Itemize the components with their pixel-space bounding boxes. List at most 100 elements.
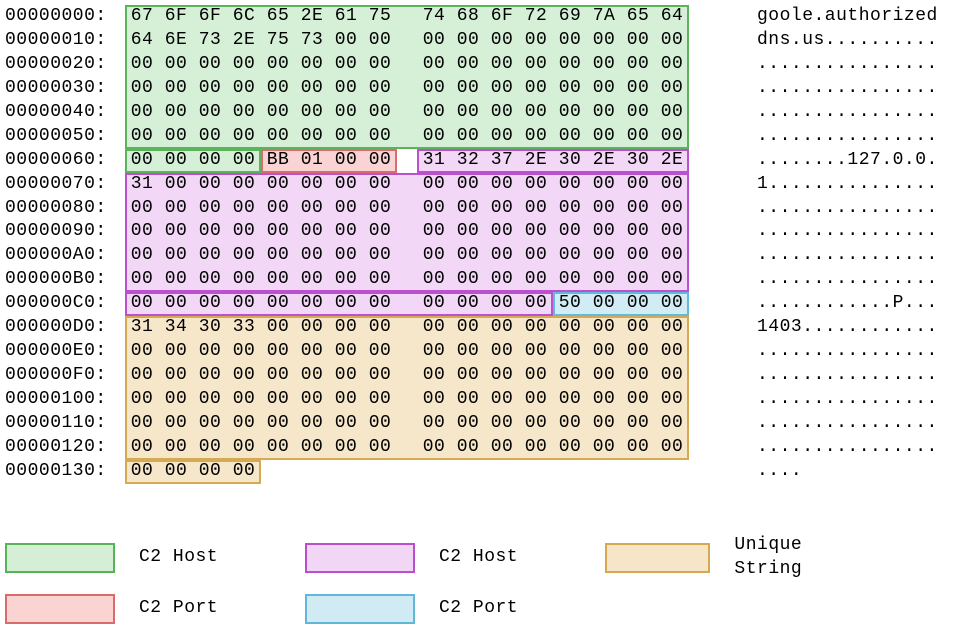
hex-byte: 00 — [655, 29, 689, 53]
hex-byte: 00 — [193, 125, 227, 149]
hex-byte: 00 — [193, 364, 227, 388]
hex-byte: 00 — [587, 340, 621, 364]
hex-byte: 00 — [193, 220, 227, 244]
legend-label: C2 Port — [439, 597, 518, 621]
hex-byte: 00 — [587, 125, 621, 149]
hex-row: 00000060:00000000BB0100003132372E302E302… — [5, 149, 969, 173]
hex-byte: 00 — [193, 412, 227, 436]
hex-byte: 00 — [519, 268, 553, 292]
row-address: 00000110: — [5, 412, 125, 436]
hex-byte: 00 — [587, 364, 621, 388]
row-ascii: ................ — [745, 197, 938, 221]
hex-row: 00000130:00000000.... — [5, 460, 969, 484]
hex-byte: 00 — [227, 460, 261, 484]
hex-byte: 00 — [417, 53, 451, 77]
hex-byte: 00 — [417, 29, 451, 53]
hex-byte: 00 — [261, 220, 295, 244]
hex-byte: 00 — [159, 197, 193, 221]
hex-byte: 00 — [329, 340, 363, 364]
row-address: 00000090: — [5, 220, 125, 244]
hex-byte: 00 — [227, 125, 261, 149]
row-ascii: 1............... — [745, 173, 938, 197]
hex-byte: 00 — [519, 388, 553, 412]
hex-byte: 00 — [261, 101, 295, 125]
hex-byte: 00 — [295, 292, 329, 316]
row-address: 00000080: — [5, 197, 125, 221]
hex-byte: 00 — [295, 53, 329, 77]
hex-byte: 00 — [451, 340, 485, 364]
hex-dump: 00000000:676F6F6C652E617574686F72697A656… — [5, 5, 969, 484]
row-address: 00000120: — [5, 436, 125, 460]
hex-byte: 00 — [125, 364, 159, 388]
hex-byte: 00 — [485, 53, 519, 77]
hex-byte: 00 — [125, 77, 159, 101]
row-ascii: ............P... — [745, 292, 938, 316]
row-ascii: ................ — [745, 125, 938, 149]
hex-byte: 00 — [363, 340, 397, 364]
hex-byte: 00 — [329, 173, 363, 197]
hex-byte: 00 — [295, 77, 329, 101]
legend-item: C2 Port — [305, 594, 575, 624]
hex-byte: 00 — [125, 197, 159, 221]
hex-byte: 00 — [655, 412, 689, 436]
row-address: 000000C0: — [5, 292, 125, 316]
hex-byte: 00 — [655, 173, 689, 197]
hex-byte: 00 — [329, 388, 363, 412]
hex-byte: 00 — [519, 316, 553, 340]
hex-row: 00000120:0000000000000000000000000000000… — [5, 436, 969, 460]
row-hex: 00000000000000000000000000000000 — [125, 388, 745, 412]
hex-byte: BB — [261, 149, 295, 173]
row-hex: 00000000000000000000000000000000 — [125, 197, 745, 221]
hex-byte: 00 — [125, 220, 159, 244]
hex-byte: 00 — [519, 364, 553, 388]
hex-byte: 00 — [125, 412, 159, 436]
legend-item: Unique String — [605, 534, 875, 582]
hex-byte: 00 — [261, 316, 295, 340]
hex-byte: 00 — [417, 101, 451, 125]
hex-byte: 00 — [159, 53, 193, 77]
hex-byte: 00 — [451, 436, 485, 460]
hex-byte: 65 — [261, 5, 295, 29]
row-hex: 31000000000000000000000000000000 — [125, 173, 745, 197]
hex-byte: 00 — [519, 340, 553, 364]
hex-byte: 00 — [553, 53, 587, 77]
hex-byte: 00 — [417, 268, 451, 292]
hex-byte: 00 — [193, 101, 227, 125]
hex-byte: 00 — [261, 173, 295, 197]
hex-byte: 72 — [519, 5, 553, 29]
hex-byte: 00 — [227, 412, 261, 436]
hex-byte: 00 — [553, 388, 587, 412]
hex-byte: 00 — [485, 220, 519, 244]
hex-byte: 00 — [329, 436, 363, 460]
row-hex: 00000000000000000000000000000000 — [125, 77, 745, 101]
hex-byte: 00 — [519, 292, 553, 316]
hex-byte: 00 — [261, 53, 295, 77]
row-hex: 31343033000000000000000000000000 — [125, 316, 745, 340]
hex-byte: 00 — [261, 197, 295, 221]
hex-byte: 00 — [363, 77, 397, 101]
hex-byte: 00 — [587, 220, 621, 244]
hex-byte: 00 — [363, 220, 397, 244]
hex-byte: 00 — [227, 197, 261, 221]
hex-byte: 00 — [363, 292, 397, 316]
hex-byte: 00 — [261, 412, 295, 436]
hex-byte: 00 — [485, 125, 519, 149]
hex-byte: 00 — [587, 173, 621, 197]
hex-byte: 00 — [227, 364, 261, 388]
hex-byte: 6F — [485, 5, 519, 29]
hex-byte: 2E — [295, 5, 329, 29]
hex-byte: 00 — [587, 436, 621, 460]
hex-byte: 00 — [363, 101, 397, 125]
hex-byte: 00 — [485, 101, 519, 125]
legend-swatch — [5, 594, 115, 624]
hex-byte: 00 — [193, 292, 227, 316]
hex-byte: 00 — [329, 268, 363, 292]
row-hex: 00000000000000000000000000000000 — [125, 220, 745, 244]
hex-byte: 00 — [519, 436, 553, 460]
hex-byte: 73 — [193, 29, 227, 53]
hex-byte: 00 — [519, 197, 553, 221]
hex-byte: 00 — [261, 340, 295, 364]
row-address: 00000060: — [5, 149, 125, 173]
hex-byte: 00 — [329, 292, 363, 316]
hex-byte: 00 — [621, 77, 655, 101]
